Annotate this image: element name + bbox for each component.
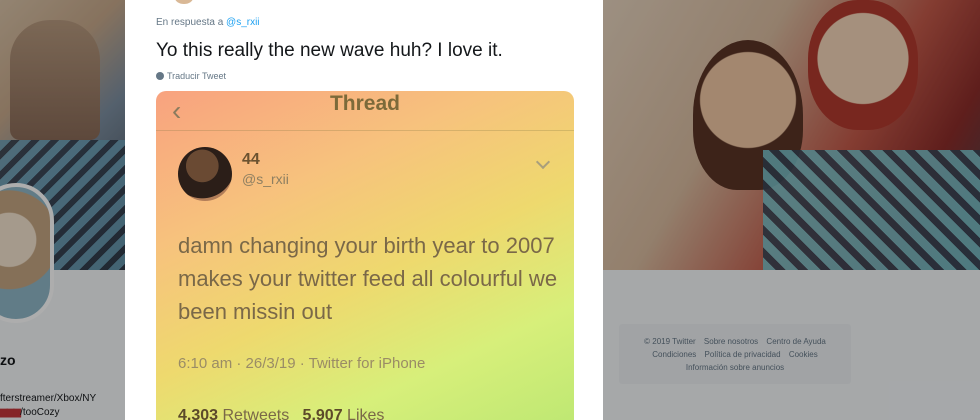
reply-handle-link[interactable]: @s_rxii — [226, 17, 260, 28]
image-tweet-body: damn changing your birth year to 2007 ma… — [178, 233, 558, 324]
translate-label: Traducir Tweet — [167, 71, 227, 81]
likes-label: Likes — [347, 407, 385, 420]
image-author-name: 44 — [242, 151, 260, 168]
tweet-author-avatar[interactable] — [175, 0, 193, 4]
image-tweet-stats: 4,303 Retweets 5,907 Likes — [178, 407, 384, 420]
translate-tweet-link[interactable]: Traducir Tweet — [156, 71, 226, 81]
likes-count: 5,907 — [302, 407, 343, 420]
image-tweet-meta: 6:10 am · 26/3/19 · Twitter for iPhone — [178, 355, 426, 372]
attached-image[interactable]: ‹ Thread 44 @s_rxii damn changing your b… — [156, 91, 574, 420]
reply-context: En respuesta a @s_rxii — [156, 17, 260, 28]
image-thread-title: Thread — [329, 92, 400, 115]
globe-icon — [156, 72, 164, 80]
tweet-text: Yo this really the new wave huh? I love … — [156, 40, 503, 61]
tweet-modal: En respuesta a @s_rxii Yo this really th… — [125, 0, 603, 420]
image-thread-header: ‹ Thread — [156, 91, 574, 131]
retweets-count: 4,303 — [178, 407, 219, 420]
image-author-avatar — [178, 147, 232, 201]
chevron-down-icon — [535, 154, 551, 170]
reply-prefix: En respuesta a — [156, 17, 224, 28]
retweets-label: Retweets — [222, 407, 290, 420]
image-author-handle: @s_rxii — [242, 171, 289, 187]
